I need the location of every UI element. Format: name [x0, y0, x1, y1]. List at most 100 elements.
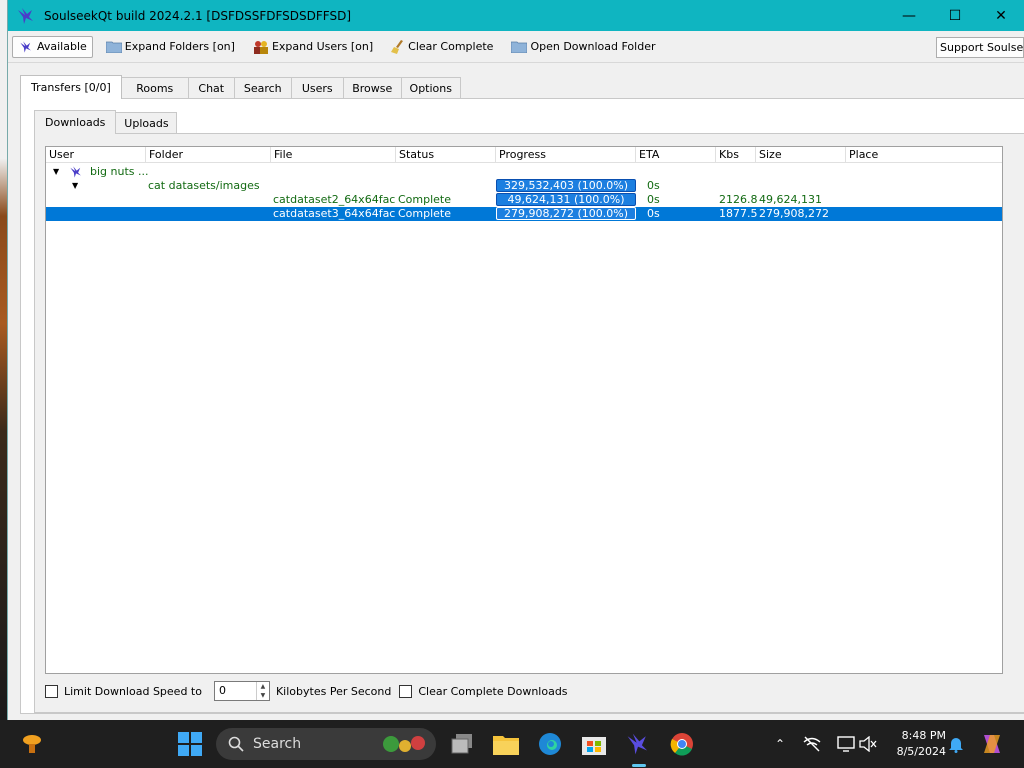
open-download-folder-button[interactable]: Open Download Folder [506, 36, 660, 58]
file-name: catdataset3_64x64fac... [273, 207, 395, 220]
column-folder[interactable]: Folder [146, 147, 271, 162]
maximize-button[interactable]: ☐ [932, 0, 978, 31]
widgets-icon[interactable] [16, 728, 48, 760]
speed-unit-label: Kilobytes Per Second [275, 684, 392, 698]
available-status-button[interactable]: Available [12, 35, 93, 58]
app-window: SoulseekQt build 2024.2.1 [DSFDSSFDFSDSD… [7, 0, 1024, 720]
file-progress-bar: 279,908,272 (100.0%) [496, 207, 636, 220]
collapse-arrow-icon[interactable]: ▼ [72, 179, 78, 193]
limit-speed-checkbox[interactable] [45, 684, 58, 698]
network-off-icon[interactable] [796, 728, 828, 760]
file-kbs: 1877.5 [719, 207, 758, 220]
tab-uploads[interactable]: Uploads [115, 112, 178, 134]
tab-browse[interactable]: Browse [342, 77, 402, 99]
expand-users-label: Expand Users [on] [271, 40, 374, 53]
column-progress[interactable]: Progress [496, 147, 636, 162]
volume-mute-icon[interactable] [852, 728, 884, 760]
edge-icon[interactable] [534, 728, 566, 760]
column-eta[interactable]: ETA [636, 147, 716, 162]
tab-search[interactable]: Search [233, 77, 292, 99]
limit-speed-label: Limit Download Speed to [64, 684, 202, 698]
column-status[interactable]: Status [396, 147, 496, 162]
folder-icon [511, 41, 528, 53]
file-size: 49,624,131 [759, 193, 822, 206]
column-place[interactable]: Place [846, 147, 1002, 162]
column-header-row: User Folder File Status Progress ETA Kbs… [46, 147, 1002, 163]
column-size[interactable]: Size [756, 147, 846, 162]
speed-limit-value: 0 [218, 684, 226, 697]
tab-users[interactable]: Users [290, 77, 344, 99]
folder-eta: 0s [647, 179, 660, 192]
copilot-icon[interactable] [976, 728, 1008, 760]
tab-chat[interactable]: Chat [187, 77, 235, 99]
users-icon [253, 40, 268, 54]
close-button[interactable]: ✕ [978, 0, 1024, 31]
clock-date: 8/5/2024 [896, 745, 946, 758]
folder-row[interactable]: ▼ cat datasets/images 329,532,403 (100.0… [46, 179, 1002, 193]
clear-complete-downloads-label: Clear Complete Downloads [418, 684, 568, 698]
store-icon[interactable] [578, 728, 610, 760]
soulseek-bird-icon [18, 7, 33, 24]
file-name: catdataset2_64x64fac... [273, 193, 395, 206]
chevron-up-icon[interactable]: ⌃ [764, 728, 796, 760]
taskbar: Search ⌃ 8:48 PM 8/5/2024 [0, 720, 1024, 768]
tab-transfers[interactable]: Transfers [0/0] [20, 75, 122, 99]
file-eta: 0s [647, 193, 660, 206]
expand-users-button[interactable]: Expand Users [on] [248, 36, 378, 58]
support-soulseek-button[interactable]: Support Soulseek [936, 37, 1024, 58]
toolbar: Available Expand Folders [on] Expand Use… [8, 31, 1024, 63]
table-row[interactable]: catdataset3_64x64fac... Complete 279,908… [46, 207, 1002, 221]
title-bar[interactable]: SoulseekQt build 2024.2.1 [DSFDSSFDFSDSD… [8, 0, 1024, 31]
user-row[interactable]: ▼ big nuts ... [46, 165, 1002, 179]
user-name: big nuts ... [90, 165, 149, 178]
search-icon [228, 736, 244, 752]
file-status: Complete [398, 193, 452, 206]
chrome-icon[interactable] [666, 728, 698, 760]
file-size: 279,908,272 [759, 207, 829, 220]
downloads-tree[interactable]: User Folder File Status Progress ETA Kbs… [45, 146, 1003, 674]
open-download-folder-label: Open Download Folder [530, 40, 656, 53]
file-progress-bar: 49,624,131 (100.0%) [496, 193, 636, 206]
start-windows-icon[interactable] [174, 728, 206, 760]
tab-downloads[interactable]: Downloads [34, 110, 117, 134]
notification-bell-icon[interactable] [940, 728, 972, 760]
file-eta: 0s [647, 207, 660, 220]
expand-folders-button[interactable]: Expand Folders [on] [101, 36, 240, 58]
column-file[interactable]: File [271, 147, 396, 162]
broom-icon [391, 39, 404, 54]
folder-progress-bar: 329,532,403 (100.0%) [496, 179, 636, 192]
transfers-panel: Downloads Uploads User Folder File Statu… [20, 98, 1024, 714]
transfers-subtabbar: Downloads Uploads [34, 110, 178, 134]
tab-rooms[interactable]: Rooms [120, 77, 189, 99]
clear-complete-button[interactable]: Clear Complete [386, 36, 498, 58]
column-kbs[interactable]: Kbs [716, 147, 756, 162]
search-highlight-icon [383, 736, 425, 752]
file-status: Complete [398, 207, 452, 220]
expand-folders-label: Expand Folders [on] [124, 40, 235, 53]
task-view-icon[interactable] [446, 728, 478, 760]
folder-icon [105, 41, 122, 53]
downloads-panel: User Folder File Status Progress ETA Kbs… [34, 133, 1024, 713]
speed-limit-spinbox[interactable]: 0 ▲ ▼ [213, 681, 270, 701]
spin-arrows-icon[interactable]: ▲ ▼ [255, 682, 269, 700]
table-row[interactable]: catdataset2_64x64fac... Complete 49,624,… [46, 193, 1002, 207]
file-explorer-icon[interactable] [490, 728, 522, 760]
search-placeholder: Search [253, 736, 302, 752]
folder-name: cat datasets/images [148, 179, 260, 192]
soulseek-taskbar-icon[interactable] [622, 728, 654, 760]
clear-complete-downloads-checkbox[interactable] [399, 684, 413, 698]
soulseek-bird-icon [70, 166, 81, 178]
column-user[interactable]: User [46, 147, 146, 162]
downloads-footer: Limit Download Speed to 0 ▲ ▼ Kilobytes P… [45, 681, 568, 701]
clear-complete-label: Clear Complete [408, 40, 494, 53]
collapse-arrow-icon[interactable]: ▼ [53, 165, 59, 179]
soulseek-bird-icon [20, 40, 31, 53]
file-kbs: 2126.8 [719, 193, 758, 206]
taskbar-search[interactable]: Search [216, 728, 436, 760]
tab-options[interactable]: Options [400, 77, 461, 99]
active-app-indicator [632, 764, 646, 767]
system-clock[interactable]: 8:48 PM 8/5/2024 [897, 728, 946, 760]
main-tabbar: Transfers [0/0] Rooms Chat Search Users … [20, 75, 461, 99]
clock-time: 8:48 PM [901, 729, 946, 742]
minimize-button[interactable]: — [886, 0, 932, 31]
